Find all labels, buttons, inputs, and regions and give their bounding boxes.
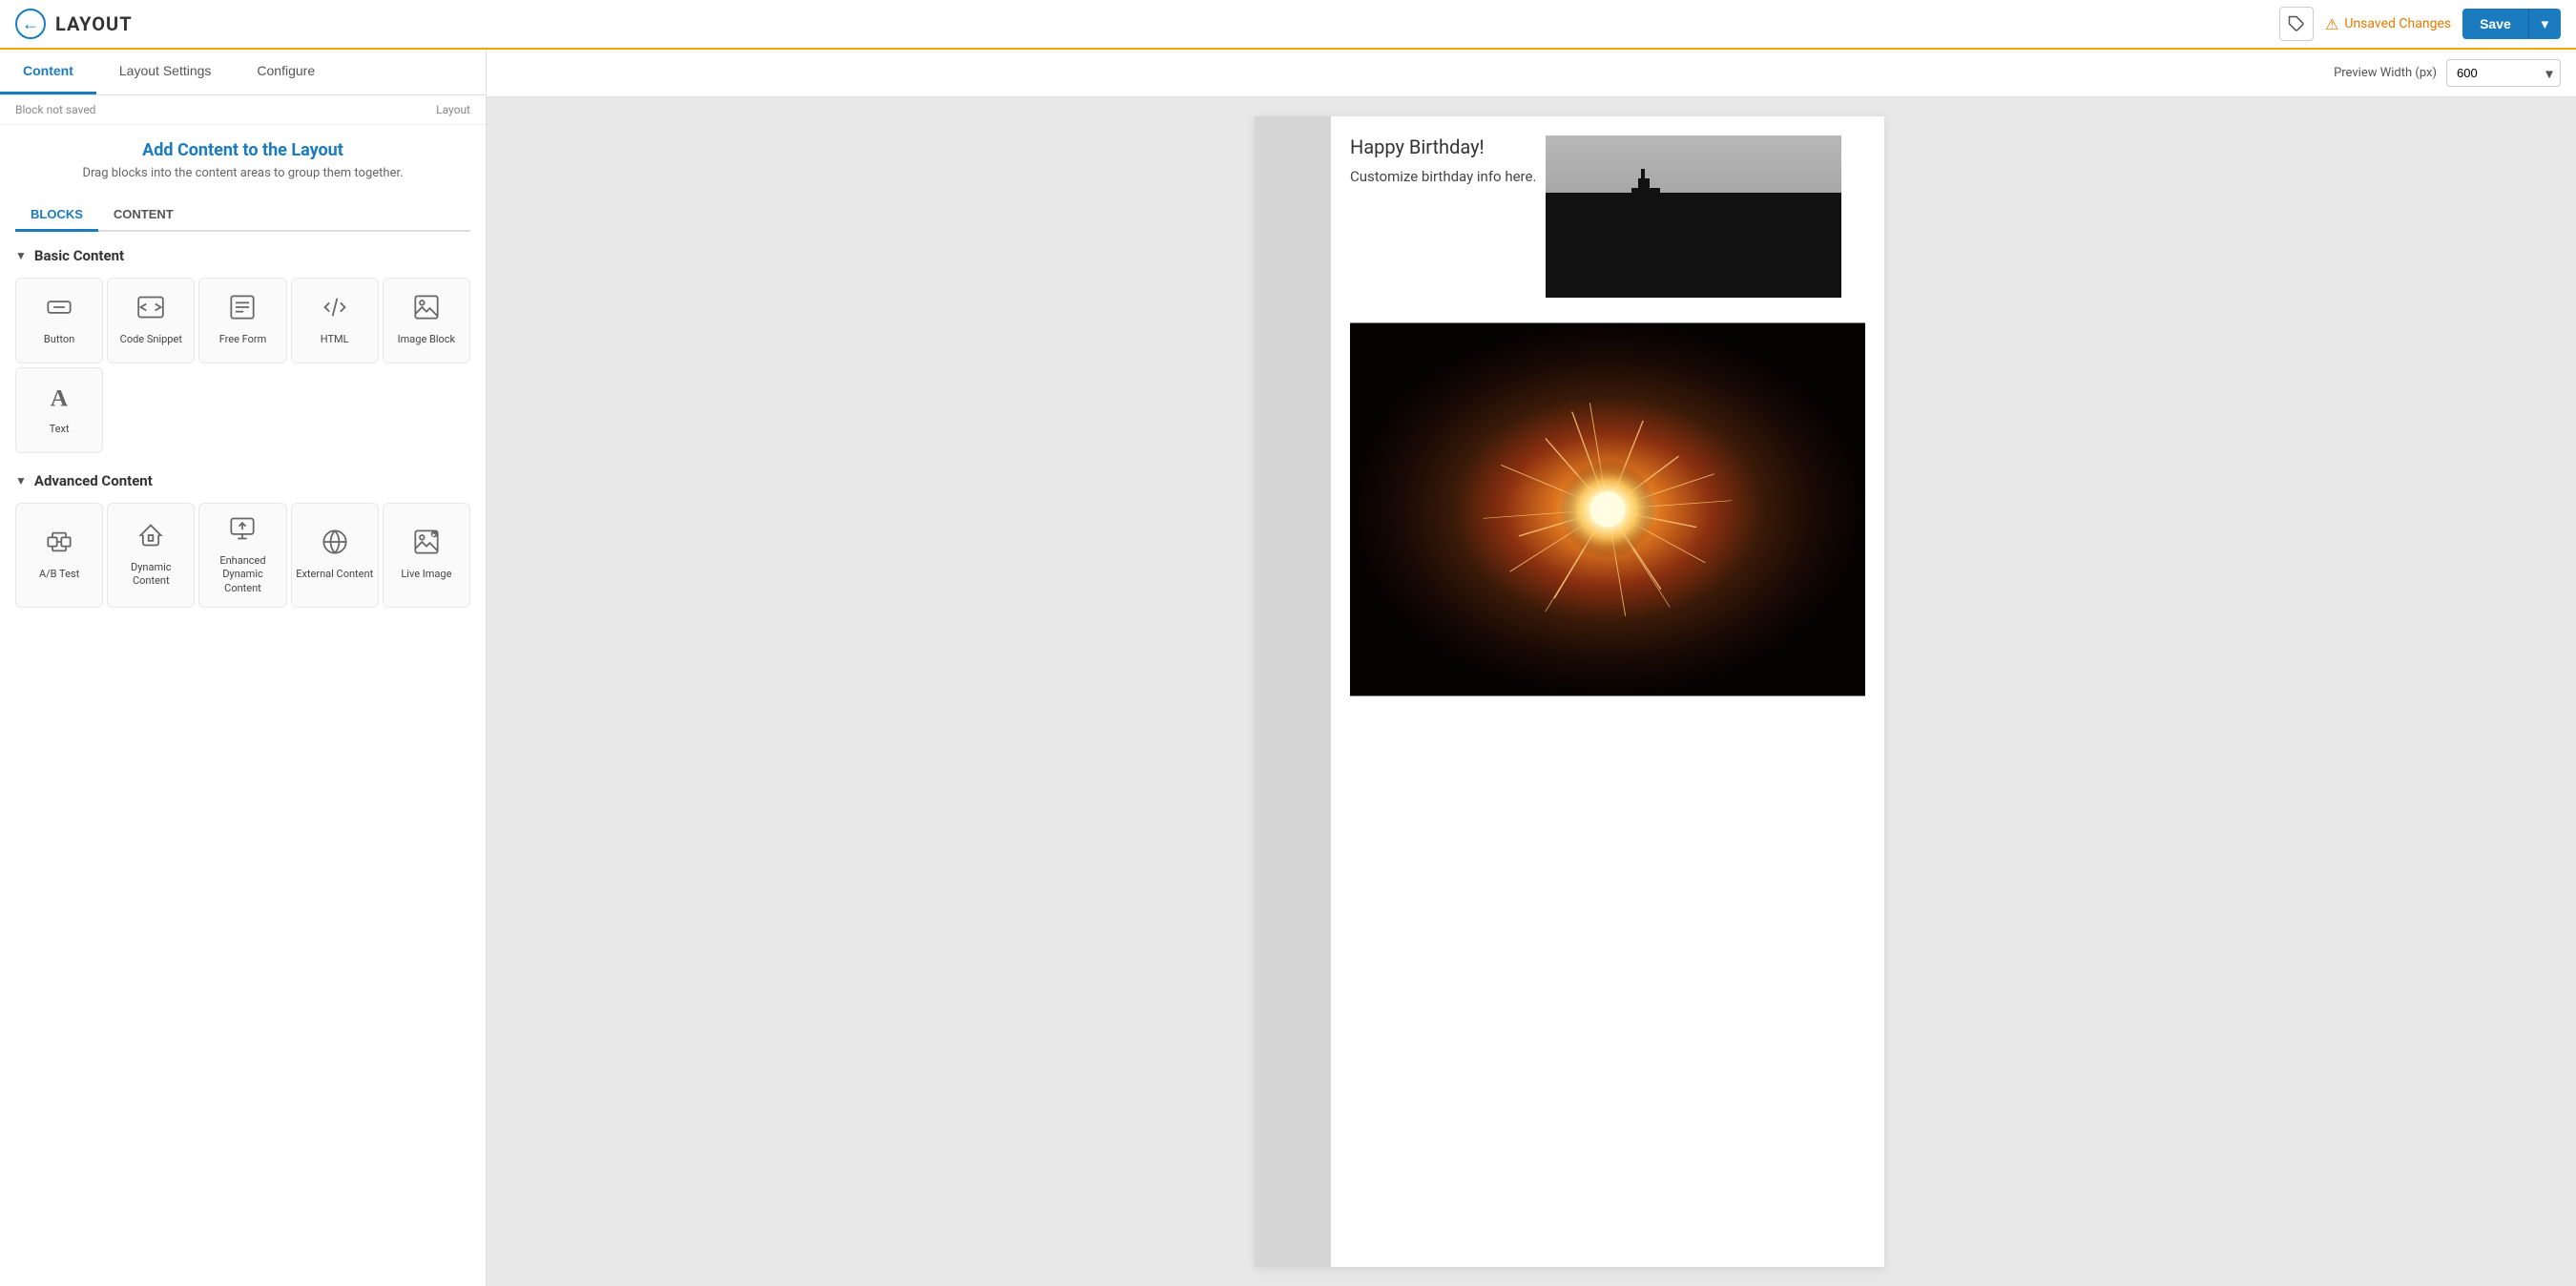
- advanced-content-label: Advanced Content: [34, 472, 153, 489]
- canvas-top-row: Happy Birthday! Customize birthday info …: [1350, 135, 1865, 298]
- dynamic-content-icon: [137, 522, 164, 553]
- block-not-saved-bar: Block not saved Layout: [0, 95, 486, 125]
- advanced-content-grid: A/B Test Dynamic Content: [15, 503, 470, 608]
- tab-content[interactable]: Content: [0, 50, 96, 94]
- block-button-label: Button: [44, 333, 74, 346]
- image-block-icon: [413, 294, 440, 325]
- advanced-content-section: ▼ Advanced Content: [15, 472, 470, 608]
- unsaved-changes-label: Unsaved Changes: [2344, 16, 2451, 31]
- block-html-label: HTML: [321, 333, 349, 346]
- basic-content-section: ▼ Basic Content Button: [15, 247, 470, 453]
- city-image: [1546, 135, 1841, 298]
- block-code-snippet-label: Code Snippet: [120, 333, 182, 346]
- block-text-label: Text: [50, 423, 70, 436]
- block-live-image-label: Live Image: [401, 568, 451, 581]
- add-content-section: Add Content to the Layout Drag blocks in…: [15, 140, 470, 180]
- page-title: LAYOUT: [55, 12, 133, 35]
- ab-test-icon: [46, 529, 73, 560]
- advanced-content-header[interactable]: ▼ Advanced Content: [15, 472, 470, 489]
- layout-label: Layout: [436, 103, 470, 116]
- block-ab-test[interactable]: A/B Test: [15, 503, 103, 608]
- tag-button[interactable]: [2279, 7, 2314, 41]
- preview-width-select[interactable]: 600 800 1000 1200: [2446, 59, 2561, 87]
- save-dropdown-button[interactable]: ▼: [2528, 9, 2561, 39]
- sub-tab-blocks[interactable]: BLOCKS: [15, 199, 98, 232]
- svg-text:A: A: [51, 384, 69, 411]
- warning-icon: ⚠: [2325, 15, 2338, 33]
- tab-configure[interactable]: Configure: [234, 50, 338, 94]
- preview-canvas: Happy Birthday! Customize birthday info …: [1255, 116, 1884, 1267]
- block-image-block-label: Image Block: [398, 333, 456, 346]
- advanced-content-chevron: ▼: [15, 474, 27, 487]
- basic-content-grid: Button Code Snippet: [15, 278, 470, 453]
- block-ab-test-label: A/B Test: [39, 568, 79, 581]
- text-icon: A: [46, 384, 73, 415]
- block-free-form-label: Free Form: [219, 333, 267, 346]
- block-free-form[interactable]: Free Form: [198, 278, 286, 363]
- sub-tab-bar: BLOCKS CONTENT: [15, 199, 470, 232]
- block-dynamic-content-label: Dynamic Content: [112, 561, 190, 589]
- block-external-content[interactable]: External Content: [291, 503, 379, 608]
- preview-width-label: Preview Width (px): [2334, 66, 2437, 80]
- birthday-body: Customize birthday info here.: [1350, 168, 1536, 185]
- sparkler-svg: [1350, 309, 1865, 710]
- sidebar: Content Layout Settings Configure Block …: [0, 50, 487, 1286]
- main-layout: Content Layout Settings Configure Block …: [0, 50, 2576, 1286]
- basic-content-header[interactable]: ▼ Basic Content: [15, 247, 470, 264]
- block-enhanced-dynamic-content[interactable]: Enhanced Dynamic Content: [198, 503, 286, 608]
- city-skyline-svg: [1546, 135, 1841, 298]
- add-content-subtitle: Drag blocks into the content areas to gr…: [15, 166, 470, 180]
- canvas-gray-column: [1255, 116, 1331, 1267]
- save-button-group: Save ▼: [2462, 9, 2561, 39]
- block-dynamic-content[interactable]: Dynamic Content: [107, 503, 195, 608]
- sub-tab-content[interactable]: CONTENT: [98, 199, 189, 232]
- enhanced-dynamic-content-icon: [229, 515, 256, 547]
- preview-area: Preview Width (px) 600 800 1000 1200 Ha: [487, 50, 2576, 1286]
- sidebar-body: Add Content to the Layout Drag blocks in…: [0, 125, 486, 1286]
- live-image-icon: ▶: [413, 529, 440, 560]
- block-enhanced-dynamic-content-label: Enhanced Dynamic Content: [203, 554, 281, 595]
- button-icon: [46, 294, 73, 325]
- canvas-content: Happy Birthday! Customize birthday info …: [1331, 116, 1884, 729]
- block-code-snippet[interactable]: Code Snippet: [107, 278, 195, 363]
- header-left: ← LAYOUT: [15, 9, 133, 39]
- tab-layout-settings[interactable]: Layout Settings: [96, 50, 235, 94]
- block-button[interactable]: Button: [15, 278, 103, 363]
- block-text[interactable]: A Text: [15, 367, 103, 453]
- basic-content-label: Basic Content: [34, 247, 124, 264]
- block-image-block[interactable]: Image Block: [383, 278, 470, 363]
- birthday-text-block: Happy Birthday! Customize birthday info …: [1350, 135, 1536, 298]
- block-external-content-label: External Content: [296, 568, 373, 581]
- block-live-image[interactable]: ▶ Live Image: [383, 503, 470, 608]
- unsaved-changes-indicator: ⚠ Unsaved Changes: [2325, 15, 2451, 33]
- external-content-icon: [322, 529, 348, 560]
- preview-width-wrapper: 600 800 1000 1200: [2446, 59, 2561, 87]
- header-right: ⚠ Unsaved Changes Save ▼: [2279, 7, 2561, 41]
- basic-content-chevron: ▼: [15, 249, 27, 262]
- back-button[interactable]: ←: [15, 9, 46, 39]
- html-icon: [322, 294, 348, 325]
- preview-canvas-wrapper: Happy Birthday! Customize birthday info …: [487, 97, 2576, 1286]
- code-snippet-icon: [137, 294, 164, 325]
- preview-toolbar: Preview Width (px) 600 800 1000 1200: [487, 50, 2576, 97]
- add-content-title: Add Content to the Layout: [15, 140, 470, 160]
- svg-text:▶: ▶: [432, 532, 436, 538]
- header: ← LAYOUT ⚠ Unsaved Changes Save ▼: [0, 0, 2576, 50]
- tab-bar: Content Layout Settings Configure: [0, 50, 486, 95]
- block-html[interactable]: HTML: [291, 278, 379, 363]
- block-not-saved-label: Block not saved: [15, 103, 95, 116]
- birthday-heading: Happy Birthday!: [1350, 135, 1536, 158]
- sparkler-image: [1350, 309, 1865, 710]
- save-button[interactable]: Save: [2462, 9, 2528, 39]
- free-form-icon: [229, 294, 256, 325]
